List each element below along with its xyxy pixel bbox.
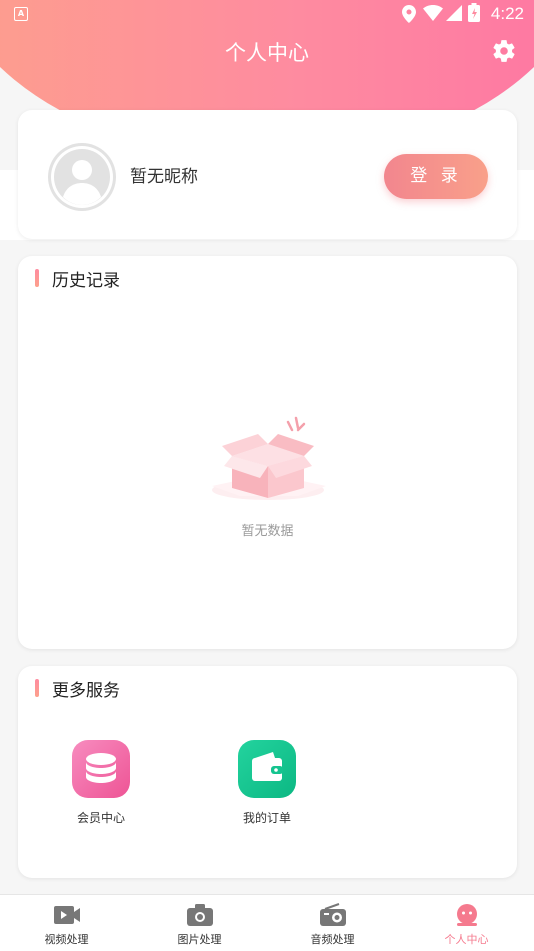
radio-icon (319, 903, 346, 926)
nickname: 暂无昵称 (130, 167, 198, 187)
user-avatar-icon[interactable] (48, 143, 116, 211)
profile-card: 暂无昵称 登 录 (18, 110, 517, 239)
tab-video[interactable]: 视频处理 (0, 895, 133, 951)
history-card: 历史记录 暂无数据 (18, 256, 517, 649)
section-accent-bar (35, 679, 39, 697)
tab-image[interactable]: 图片处理 (133, 895, 266, 951)
tab-label: 个人中心 (444, 933, 489, 946)
services-card: 更多服务 会员中心 我的订单 (18, 666, 517, 878)
status-bar: A 4:22 (0, 0, 534, 28)
empty-box-icon (212, 416, 326, 500)
video-camera-icon (53, 906, 80, 924)
wifi-icon (423, 5, 443, 21)
service-my-orders[interactable]: 我的订单 (217, 740, 317, 826)
services-title: 更多服务 (52, 681, 120, 701)
tab-label: 视频处理 (44, 933, 89, 946)
login-button[interactable]: 登 录 (384, 154, 488, 199)
tab-label: 图片处理 (177, 933, 222, 946)
signal-icon (446, 5, 462, 21)
camera-icon (186, 904, 213, 926)
bottom-tab-bar: 视频处理 图片处理 音频处理 个人中心 (0, 894, 534, 951)
user-face-icon (456, 904, 477, 926)
section-accent-bar (35, 269, 39, 287)
page-title: 个人中心 (225, 41, 309, 65)
tab-profile[interactable]: 个人中心 (400, 895, 533, 951)
empty-state-text: 暂无数据 (241, 524, 294, 539)
service-member-center[interactable]: 会员中心 (51, 740, 151, 826)
tab-label: 音频处理 (310, 933, 355, 946)
notification-icon: A (14, 7, 28, 21)
tab-audio[interactable]: 音频处理 (266, 895, 399, 951)
status-time: 4:22 (490, 4, 524, 23)
database-icon (72, 740, 130, 798)
service-label: 会员中心 (76, 811, 125, 825)
history-title: 历史记录 (52, 271, 120, 291)
location-icon (402, 5, 416, 23)
battery-icon (468, 3, 480, 22)
service-label: 我的订单 (242, 811, 291, 825)
gear-icon[interactable] (491, 38, 517, 64)
wallet-icon (238, 740, 296, 798)
